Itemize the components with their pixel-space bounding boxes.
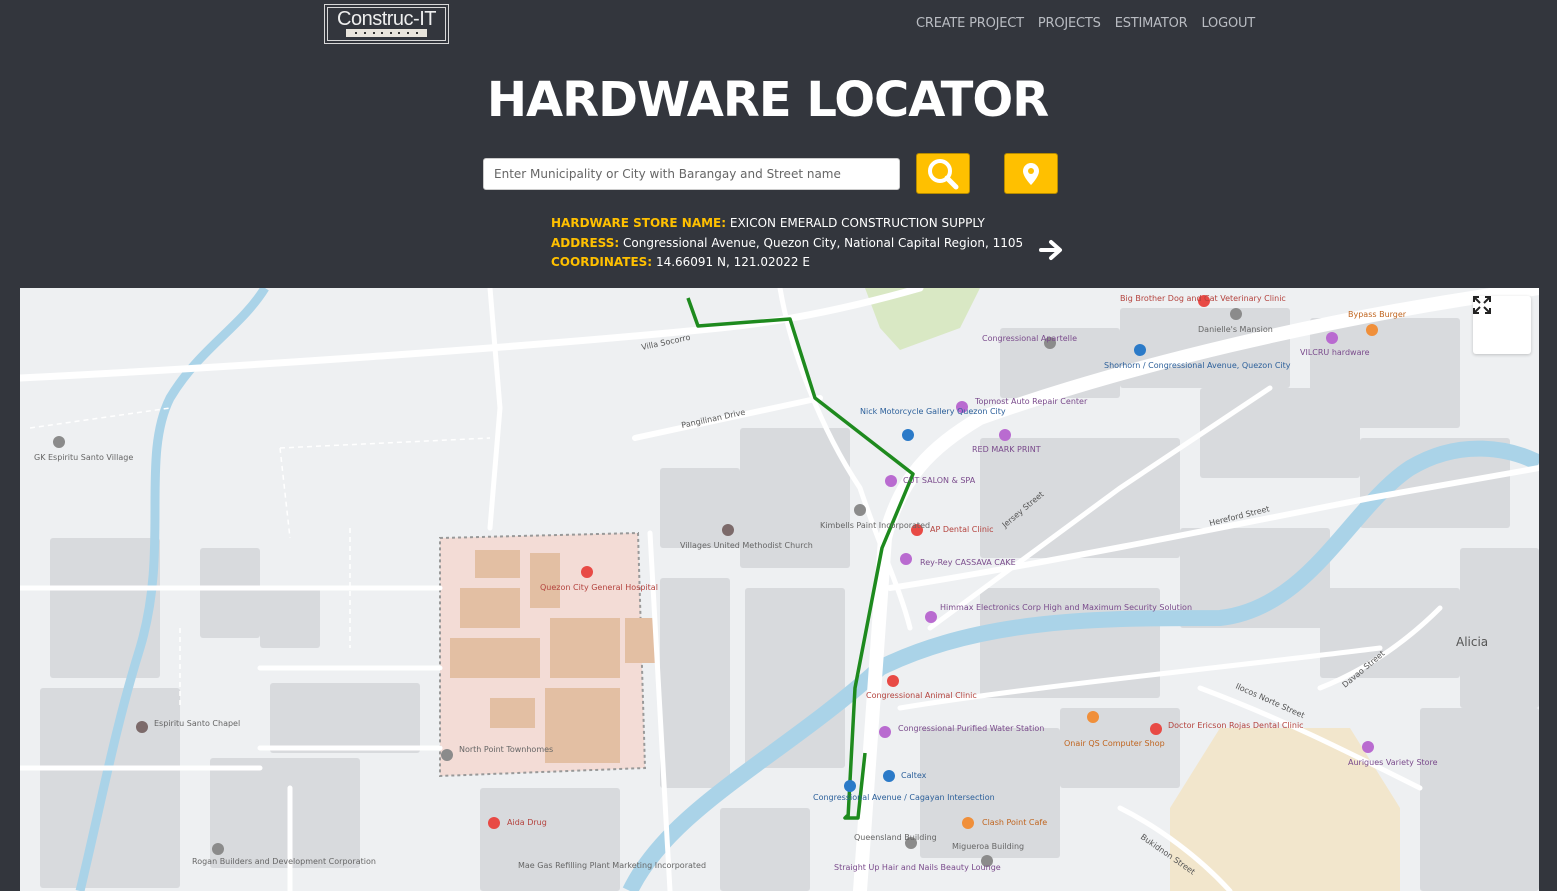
nav-create-project[interactable]: CREATE PROJECT: [916, 16, 1024, 31]
nav-estimator[interactable]: ESTIMATOR: [1115, 16, 1188, 31]
place-label: RED MARK PRINT: [972, 445, 1041, 454]
place-label: AP Dental Clinic: [930, 525, 994, 534]
place-label: Congressional Animal Clinic: [866, 691, 977, 700]
place-label: Caltex: [901, 771, 927, 780]
top-nav: CREATE PROJECT PROJECTS ESTIMATOR LOGOUT: [916, 16, 1255, 31]
place-label: Rogan Builders and Development Corporati…: [192, 857, 376, 866]
fullscreen-button[interactable]: [1473, 296, 1531, 354]
store-address: Congressional Avenue, Quezon City, Natio…: [623, 235, 1024, 250]
locate-button[interactable]: [1004, 153, 1058, 194]
store-address-label: ADDRESS:: [551, 235, 620, 250]
page-title: HARDWARE LOCATOR: [486, 72, 1049, 128]
place-label: North Point Townhomes: [459, 745, 553, 754]
place-label: Rey-Rey CASSAVA CAKE: [920, 558, 1016, 567]
place-label: Onair QS Computer Shop: [1064, 739, 1165, 748]
place-label: VILCRU hardware: [1300, 348, 1370, 357]
store-info: HARDWARE STORE NAME: EXICON EMERALD CONS…: [551, 214, 1023, 273]
place-label: Congressional Apartelle: [982, 334, 1077, 343]
store-address-row: ADDRESS: Congressional Avenue, Quezon Ci…: [551, 234, 1023, 254]
place-label: Migueroa Building: [952, 842, 1024, 851]
place-label: Big Brother Dog and Cat Veterinary Clini…: [1120, 294, 1286, 303]
place-label: Espiritu Santo Chapel: [154, 719, 240, 728]
store-coords-row: COORDINATES: 14.66091 N, 121.02022 E: [551, 253, 1023, 273]
place-label: Mae Gas Refilling Plant Marketing Incorp…: [518, 861, 706, 870]
place-label: Villages United Methodist Church: [680, 541, 813, 550]
search-button[interactable]: [916, 153, 970, 194]
store-name-label: HARDWARE STORE NAME:: [551, 216, 727, 230]
place-label: Quezon City General Hospital: [540, 583, 658, 592]
place-label: Topmost Auto Repair Center: [974, 397, 1088, 406]
store-coords: 14.66091 N, 121.02022 E: [655, 255, 810, 269]
app-logo[interactable]: Construc-IT: [324, 4, 449, 44]
place-label: Aida Drug: [507, 818, 547, 827]
place-label: Nick Motorcycle Gallery Quezon City: [860, 407, 1006, 416]
place-label: GK Espiritu Santo Village: [34, 453, 133, 462]
area-label: Alicia: [1456, 635, 1488, 649]
place-label: Shorhorn / Congressional Avenue, Quezon …: [1104, 361, 1291, 370]
store-name-row: HARDWARE STORE NAME: EXICON EMERALD CONS…: [551, 214, 1023, 234]
store-coords-label: COORDINATES:: [551, 255, 653, 269]
nav-logout[interactable]: LOGOUT: [1201, 16, 1255, 31]
place-label: Doctor Ericson Rojas Dental Clinic: [1168, 721, 1304, 730]
place-label: Danielle's Mansion: [1198, 325, 1273, 334]
place-label: Himmax Electronics Corp High and Maximum…: [940, 603, 1192, 612]
logo-decoration: [346, 29, 427, 37]
expand-icon: [1473, 296, 1491, 314]
place-label: Straight Up Hair and Nails Beauty Lounge: [834, 863, 1001, 872]
place-label: Kimbells Paint Incorporated: [820, 521, 930, 530]
place-label: Congressional Purified Water Station: [898, 724, 1044, 733]
place-label: Bypass Burger: [1348, 310, 1407, 319]
search-icon: [928, 158, 959, 189]
store-name: EXICON EMERALD CONSTRUCTION SUPPLY: [729, 216, 985, 230]
map-canvas[interactable]: Villa Socorro Pangilinan Drive Jersey St…: [20, 288, 1539, 891]
map-pin-icon: [1023, 162, 1039, 185]
nav-projects[interactable]: PROJECTS: [1038, 16, 1101, 31]
search-input[interactable]: [483, 158, 900, 190]
place-label: Aurigues Variety Store: [1348, 758, 1438, 767]
place-label: Congressional Avenue / Cagayan Intersect…: [813, 793, 995, 802]
place-label: Queensland Building: [854, 833, 937, 842]
arrow-right-icon[interactable]: [1038, 236, 1066, 264]
place-label: CUT SALON & SPA: [903, 476, 976, 485]
place-label: Clash Point Cafe: [982, 818, 1047, 827]
map-view[interactable]: Villa Socorro Pangilinan Drive Jersey St…: [20, 288, 1539, 891]
